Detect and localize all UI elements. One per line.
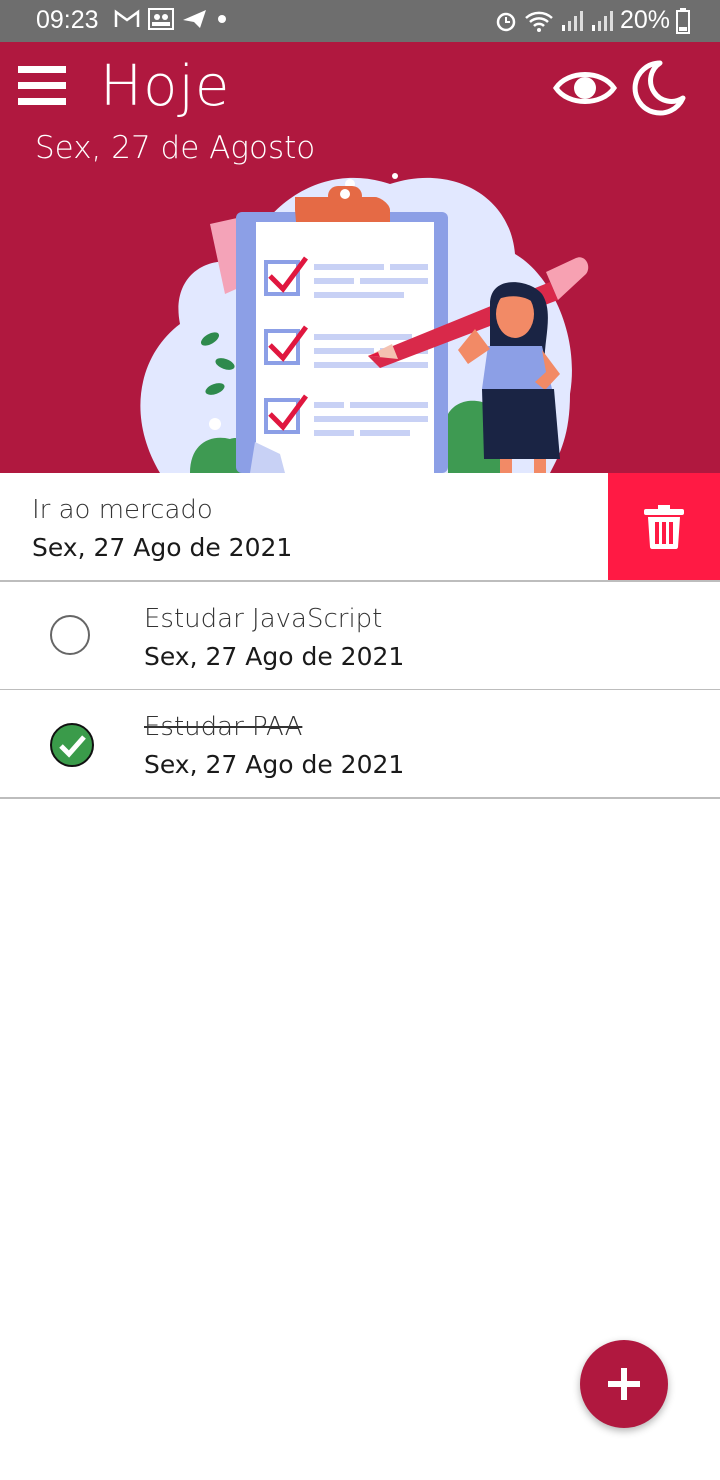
- header: Hoje Sex, 27 de Agosto: [0, 42, 720, 473]
- battery-icon: [676, 7, 690, 34]
- eye-icon[interactable]: [553, 60, 617, 116]
- check-circle-icon[interactable]: [49, 722, 95, 768]
- battery-percent: 20%: [619, 6, 670, 34]
- moon-icon[interactable]: [630, 58, 686, 118]
- task-name: Estudar JavaScript: [144, 604, 383, 634]
- task-name: Estudar PAA: [144, 712, 303, 742]
- signal-icon: [561, 10, 583, 31]
- status-bar: 09:23 20%: [0, 0, 720, 42]
- task-date: Sex, 27 Ago de 2021: [144, 642, 405, 671]
- task-date: Sex, 27 Ago de 2021: [32, 533, 293, 562]
- plus-icon: [608, 1368, 640, 1400]
- alarm-icon: [496, 12, 516, 31]
- trash-icon: [644, 505, 684, 549]
- delete-button[interactable]: [608, 473, 720, 580]
- list-item[interactable]: Estudar JavaScript Sex, 27 Ago de 2021: [0, 582, 720, 691]
- menu-icon[interactable]: [18, 64, 66, 108]
- dot-icon: [218, 15, 226, 23]
- send-icon: [183, 10, 206, 28]
- add-task-button[interactable]: [580, 1340, 668, 1428]
- task-date: Sex, 27 Ago de 2021: [144, 750, 405, 779]
- list-item[interactable]: Estudar PAA Sex, 27 Ago de 2021: [0, 690, 720, 799]
- status-time: 09:23: [36, 6, 99, 34]
- list-item[interactable]: Ir ao mercado Sex, 27 Ago de 2021: [0, 473, 720, 582]
- gmail-icon: [114, 9, 140, 27]
- signal-icon: [591, 10, 613, 31]
- wifi-icon: [525, 11, 553, 32]
- page-title: Hoje: [100, 54, 231, 119]
- task-checkbox[interactable]: [50, 615, 90, 655]
- task-name: Ir ao mercado: [32, 495, 213, 525]
- checklist-illustration: [140, 173, 589, 473]
- contacts-icon: [148, 8, 174, 30]
